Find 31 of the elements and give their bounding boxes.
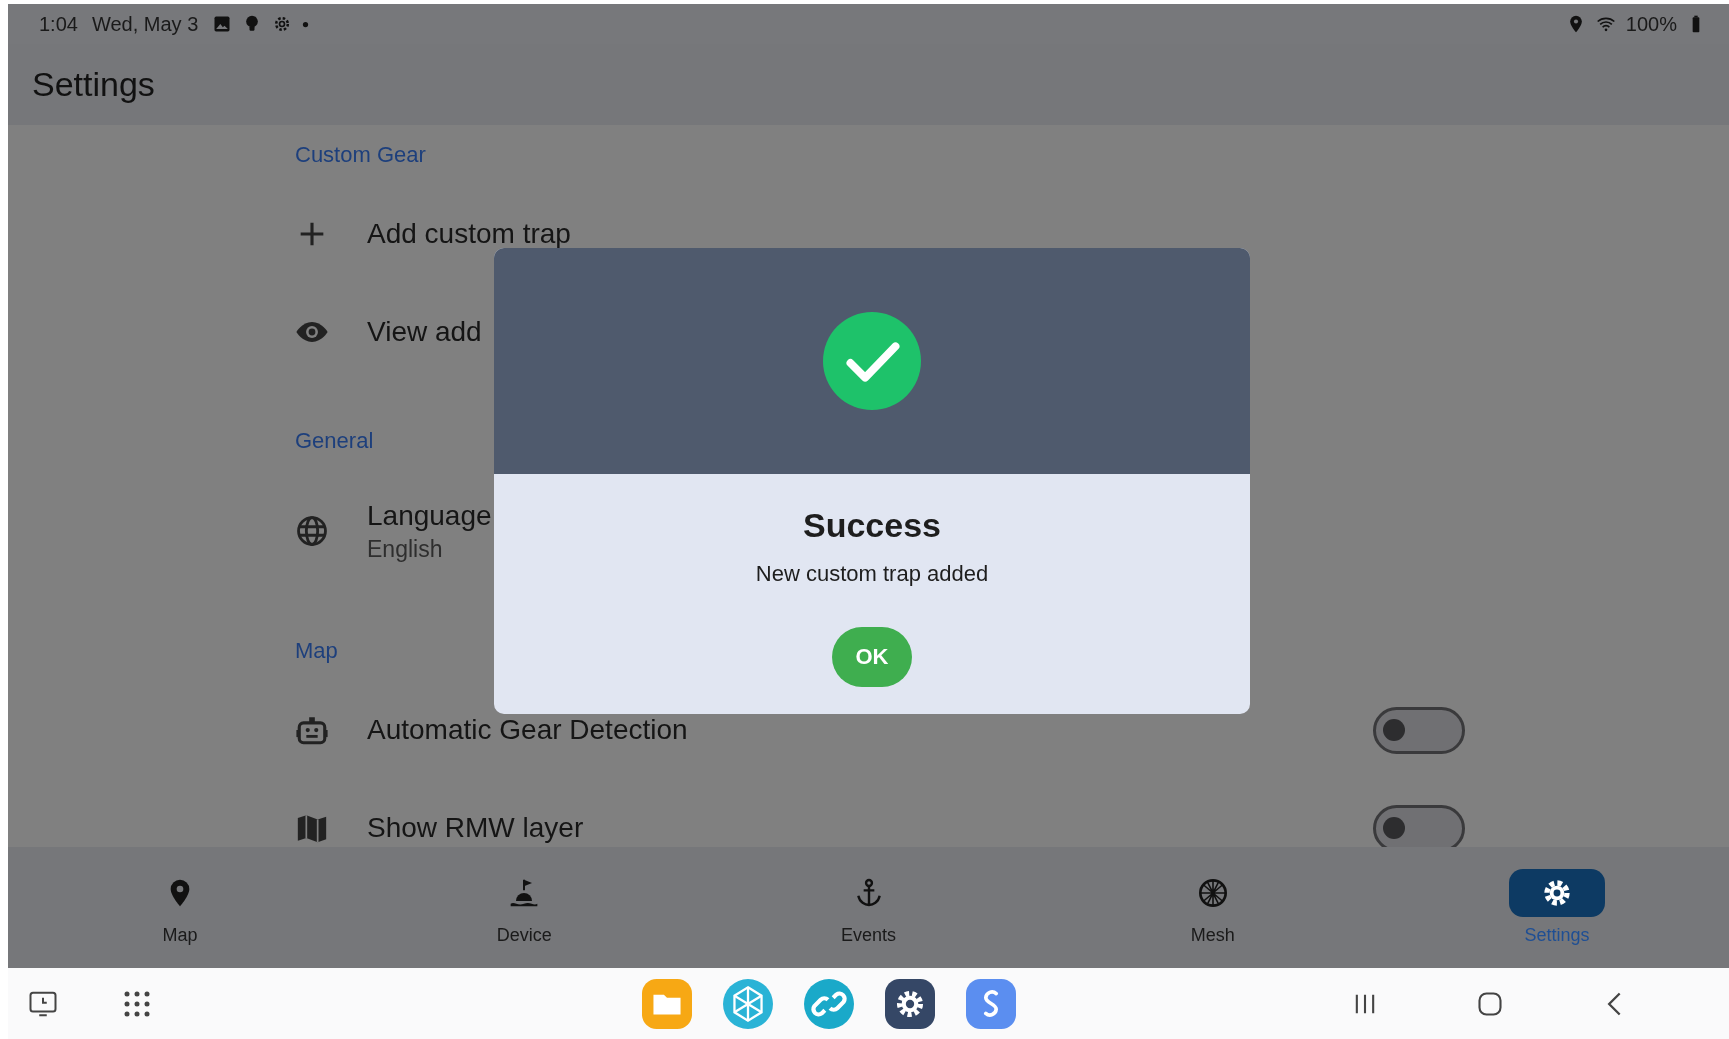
setting-value: English: [367, 535, 443, 563]
image-icon: [212, 14, 233, 34]
globe-icon: [295, 514, 329, 548]
battery-icon: [1691, 14, 1701, 34]
dialog-message: New custom trap added: [755, 561, 989, 587]
globe-mesh-icon: [1196, 877, 1229, 909]
nav-tab[interactable]: Map: [8, 847, 353, 968]
check-icon: [823, 312, 921, 410]
section-heading: Custom Gear: [295, 141, 426, 169]
screen-title: Settings: [32, 65, 155, 104]
nav-tab[interactable]: Mesh: [1040, 847, 1385, 968]
home-icon[interactable]: [1476, 989, 1504, 1018]
section-heading: General: [295, 427, 374, 455]
toggle-switch[interactable]: [1373, 804, 1465, 847]
nav-tab[interactable]: Events: [696, 847, 1041, 968]
status-date: Wed, May 3: [91, 12, 199, 36]
battery-level: 100%: [1625, 12, 1677, 36]
setting-label[interactable]: Language: [367, 499, 492, 532]
setting-label[interactable]: Show RMW layer: [367, 812, 584, 844]
setting-label[interactable]: Add custom trap: [367, 218, 571, 250]
nav-tab[interactable]: Device: [352, 847, 697, 968]
settings-app-icon[interactable]: [884, 978, 935, 1029]
dialog-title: Success: [803, 506, 941, 545]
ok-button[interactable]: OK: [832, 627, 912, 687]
s-app-icon[interactable]: [965, 978, 1016, 1029]
status-time: 1:04: [39, 12, 78, 36]
toggle-switch[interactable]: [1373, 706, 1465, 754]
section-heading: Map: [295, 637, 338, 665]
setting-label[interactable]: Automatic Gear Detection: [367, 714, 688, 746]
setting-label[interactable]: View add: [367, 316, 482, 348]
dot-icon: [302, 20, 310, 28]
